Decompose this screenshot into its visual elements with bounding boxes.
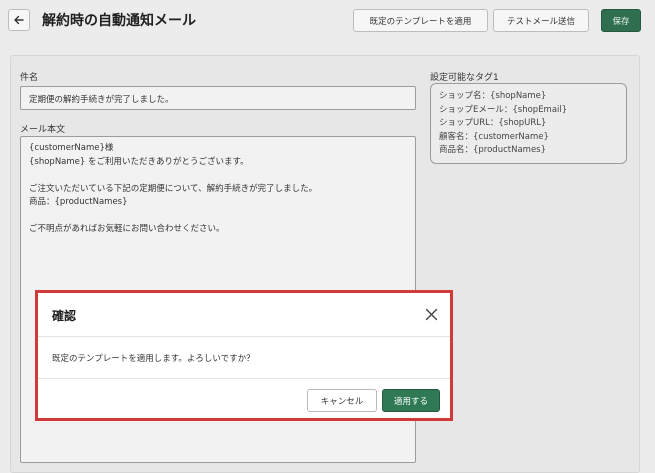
dialog-title: 確認 — [52, 309, 77, 323]
confirm-apply-button[interactable]: 適用する — [382, 389, 440, 412]
dialog-header: 確認 — [38, 293, 450, 337]
dialog-divider — [38, 378, 450, 379]
close-icon — [425, 308, 437, 320]
confirm-dialog: 確認 既定のテンプレートを適用します。よろしいですか？ キャンセル 適用する — [35, 290, 453, 421]
close-button[interactable] — [422, 305, 440, 323]
dialog-message: 既定のテンプレートを適用します。よろしいですか？ — [52, 354, 255, 364]
cancel-button[interactable]: キャンセル — [307, 389, 377, 412]
